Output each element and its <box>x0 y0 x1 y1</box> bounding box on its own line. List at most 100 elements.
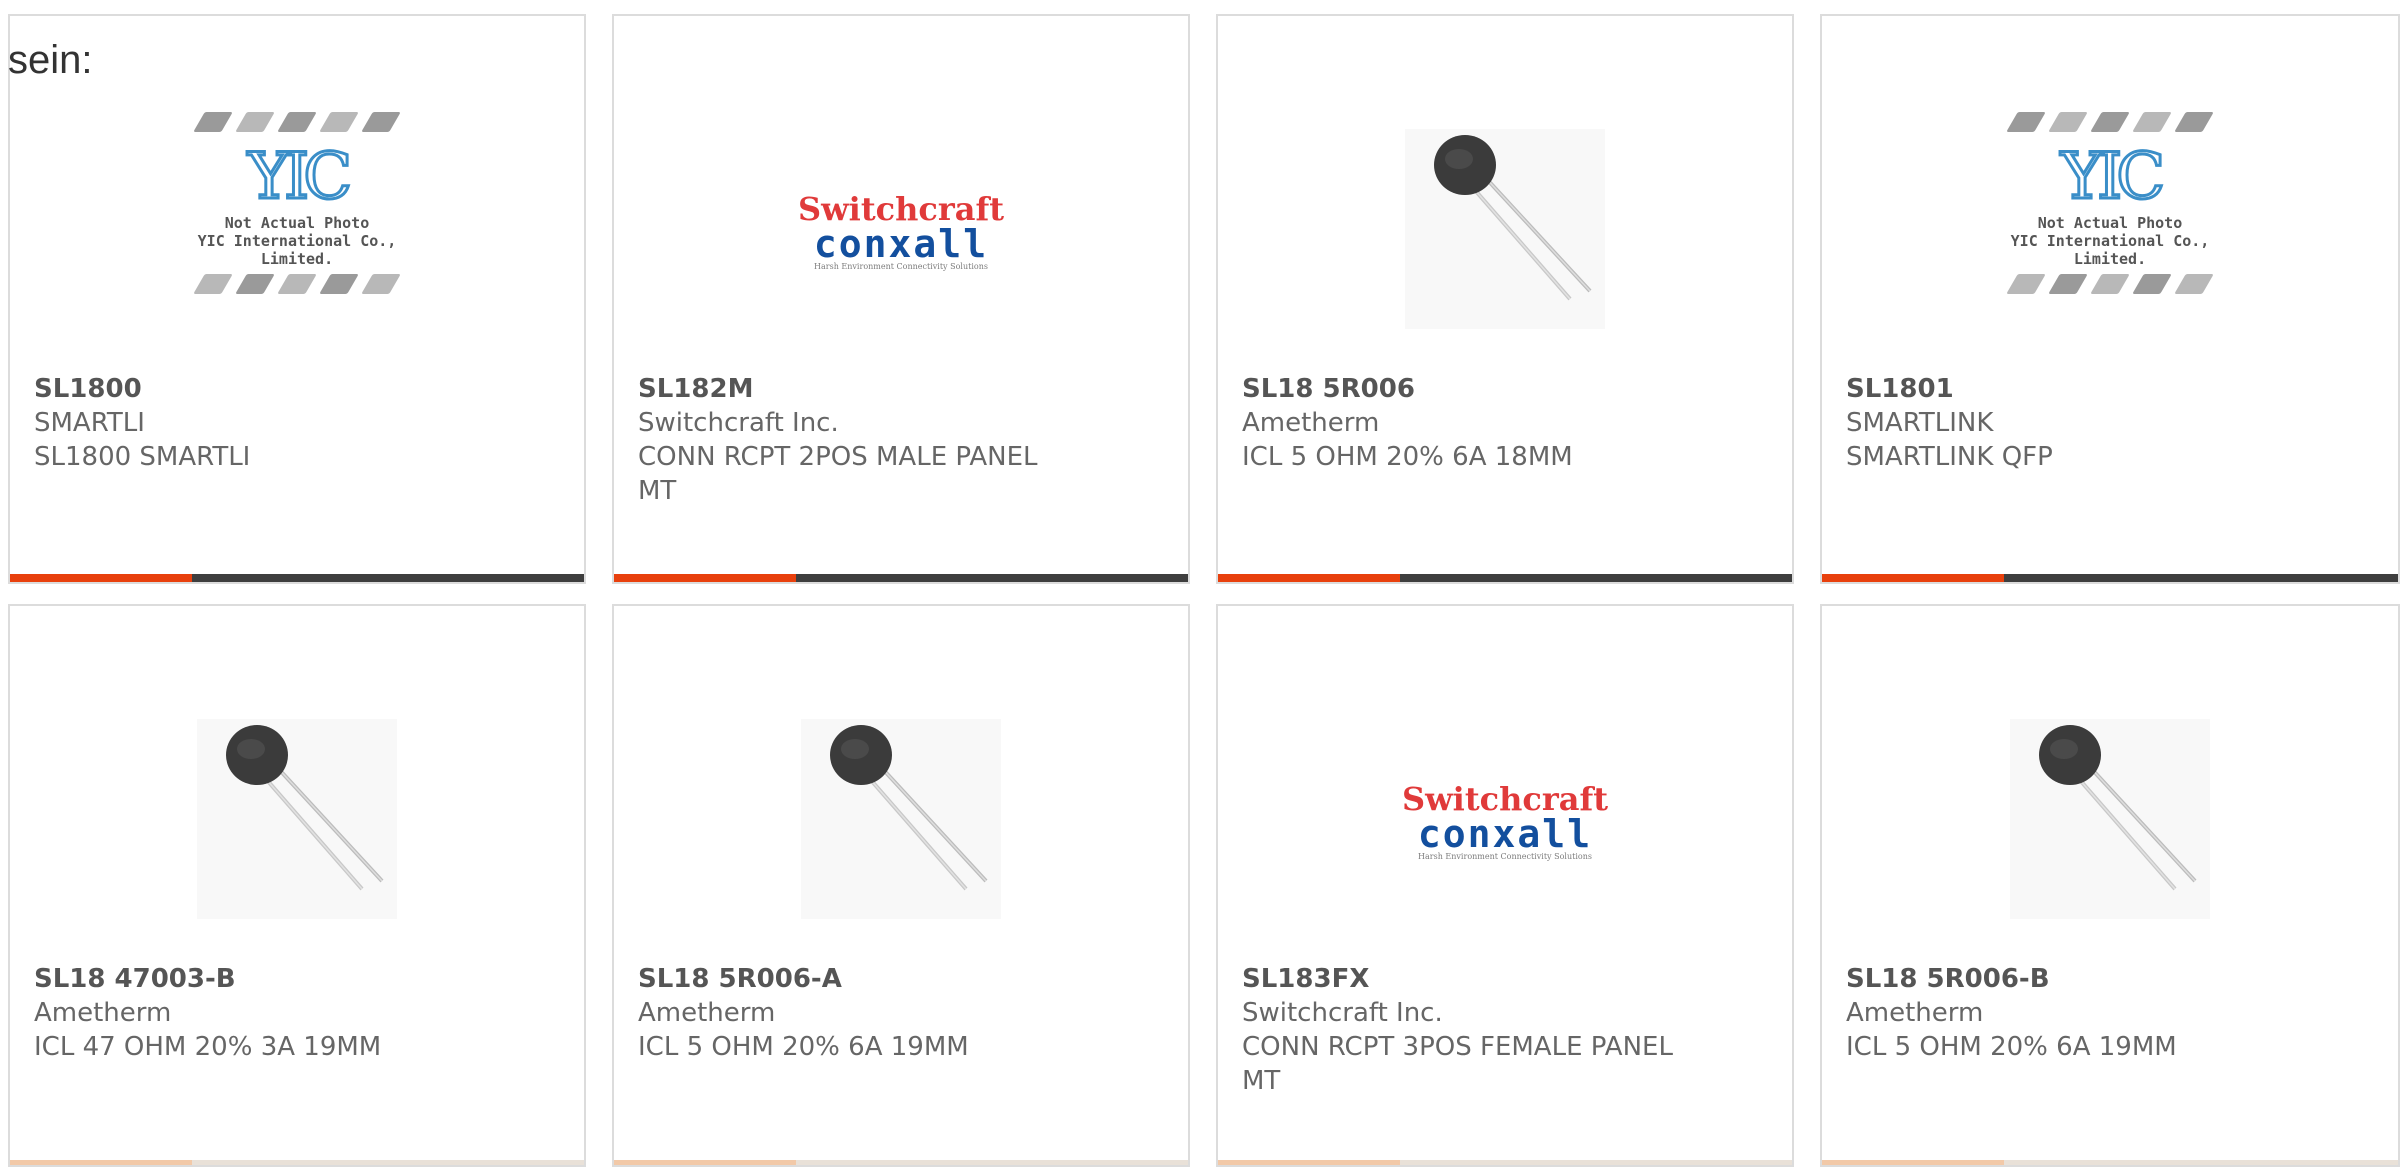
product-info: SL182M Switchcraft Inc. CONN RCPT 2POS M… <box>638 372 1164 508</box>
product-image[interactable] <box>10 686 584 956</box>
chip-icon <box>361 274 401 294</box>
manufacturer: Ametherm <box>34 998 172 1028</box>
manufacturer: Ametherm <box>1846 998 1984 1028</box>
product-info: SL18 47003-B Ametherm ICL 47 OHM 20% 3A … <box>34 962 560 1064</box>
product-image[interactable]: YIC Not Actual Photo YIC International C… <box>10 96 584 366</box>
product-grid-page: sein: YIC Not Actual Photo YIC Internati… <box>0 0 2400 1167</box>
manufacturer: Ametherm <box>1242 408 1380 438</box>
card-accent <box>10 574 192 582</box>
chip-icon <box>2006 274 2046 294</box>
description: ICL 47 OHM 20% 3A 19MM <box>34 1032 382 1062</box>
product-card[interactable]: SL18 5R006-A Ametherm ICL 5 OHM 20% 6A 1… <box>612 604 1190 1167</box>
product-card[interactable]: Switchcraft conxall Harsh Environment Co… <box>612 14 1190 584</box>
chip-icon <box>235 274 275 294</box>
product-info: SL18 5R006-B Ametherm ICL 5 OHM 20% 6A 1… <box>1846 962 2374 1064</box>
chip-icon <box>2132 112 2172 132</box>
switchcraft-logo: Switchcraft conxall Harsh Environment Co… <box>771 192 1031 271</box>
product-info: SL1800 SMARTLI SL1800 SMARTLI <box>34 372 560 474</box>
description: CONN RCPT 3POS FEMALE PANEL MT <box>1242 1032 1673 1096</box>
description: CONN RCPT 2POS MALE PANEL MT <box>638 442 1038 506</box>
product-info: SL18 5R006-A Ametherm ICL 5 OHM 20% 6A 1… <box>638 962 1164 1064</box>
product-info: SL183FX Switchcraft Inc. CONN RCPT 3POS … <box>1242 962 1768 1098</box>
chip-icon <box>2006 112 2046 132</box>
switchcraft-tagline: Harsh Environment Connectivity Solutions <box>814 261 988 271</box>
part-number[interactable]: SL18 5R006-B <box>1846 962 2374 996</box>
product-image[interactable] <box>614 686 1188 956</box>
product-card[interactable]: SL18 5R006 Ametherm ICL 5 OHM 20% 6A 18M… <box>1216 14 1794 584</box>
card-accent <box>614 574 796 582</box>
part-number[interactable]: SL183FX <box>1242 962 1768 996</box>
description: SL1800 SMARTLI <box>34 442 251 472</box>
chip-row-bottom <box>1975 268 2245 300</box>
card-accent <box>614 1160 796 1165</box>
switchcraft-wordmark: Switchcraft <box>798 189 1004 228</box>
card-bottom-bar <box>614 574 1188 582</box>
card-bottom-bar <box>1218 1160 1792 1165</box>
chip-icon <box>2048 274 2088 294</box>
chip-icon <box>2090 274 2130 294</box>
chip-icon <box>319 112 359 132</box>
part-number[interactable]: SL18 5R006 <box>1242 372 1768 406</box>
yic-placeholder-image: YIC Not Actual Photo YIC International C… <box>1975 106 2245 356</box>
product-card[interactable]: YIC Not Actual Photo YIC International C… <box>1820 14 2400 584</box>
chip-icon <box>2174 274 2214 294</box>
manufacturer: Switchcraft Inc. <box>1242 998 1443 1028</box>
placeholder-caption-1: Not Actual Photo <box>2037 214 2183 232</box>
card-bottom-bar <box>1822 574 2398 582</box>
chip-icon <box>2090 112 2130 132</box>
description: SMARTLINK QFP <box>1846 442 2053 472</box>
manufacturer: Switchcraft Inc. <box>638 408 839 438</box>
placeholder-caption-2: YIC International Co., Limited. <box>197 232 397 268</box>
description: ICL 5 OHM 20% 6A 19MM <box>1846 1032 2177 1062</box>
yic-placeholder-image: YIC Not Actual Photo YIC International C… <box>162 106 432 356</box>
product-card[interactable]: SL18 47003-B Ametherm ICL 47 OHM 20% 3A … <box>8 604 586 1167</box>
chip-icon <box>2174 112 2214 132</box>
switchcraft-logo: Switchcraft conxall Harsh Environment Co… <box>1375 782 1635 861</box>
part-number[interactable]: SL18 5R006-A <box>638 962 1164 996</box>
product-image[interactable]: Switchcraft conxall Harsh Environment Co… <box>614 96 1188 366</box>
card-accent <box>1822 574 2004 582</box>
card-bottom-bar <box>10 1160 584 1165</box>
manufacturer: Ametherm <box>638 998 776 1028</box>
yic-logo: YIC <box>246 139 354 216</box>
thermistor-photo <box>1405 129 1605 329</box>
chip-icon <box>277 274 317 294</box>
product-image[interactable] <box>1822 686 2398 956</box>
placeholder-caption-1: Not Actual Photo <box>224 214 370 232</box>
product-image[interactable]: YIC Not Actual Photo YIC International C… <box>1822 96 2398 366</box>
conxall-wordmark: conxall <box>813 221 989 266</box>
card-accent <box>10 1160 192 1165</box>
product-info: SL18 5R006 Ametherm ICL 5 OHM 20% 6A 18M… <box>1242 372 1768 474</box>
manufacturer: SMARTLINK <box>1846 408 1994 438</box>
chip-icon <box>319 274 359 294</box>
chip-icon <box>235 112 275 132</box>
chip-row-top <box>1975 106 2245 138</box>
description: ICL 5 OHM 20% 6A 18MM <box>1242 442 1573 472</box>
switchcraft-wordmark: Switchcraft <box>1402 779 1608 818</box>
card-accent <box>1822 1160 2004 1165</box>
chip-icon <box>193 112 233 132</box>
card-bottom-bar <box>1218 574 1792 582</box>
thermistor-photo <box>197 719 397 919</box>
conxall-wordmark: conxall <box>1417 811 1593 856</box>
chip-icon <box>2132 274 2172 294</box>
part-number[interactable]: SL182M <box>638 372 1164 406</box>
card-bottom-bar <box>10 574 584 582</box>
lead-text: sein: <box>8 38 93 82</box>
description: ICL 5 OHM 20% 6A 19MM <box>638 1032 969 1062</box>
product-card[interactable]: SL18 5R006-B Ametherm ICL 5 OHM 20% 6A 1… <box>1820 604 2400 1167</box>
chip-icon <box>2048 112 2088 132</box>
product-image[interactable]: Switchcraft conxall Harsh Environment Co… <box>1218 686 1792 956</box>
placeholder-caption-2: YIC International Co., Limited. <box>2010 232 2210 268</box>
part-number[interactable]: SL1800 <box>34 372 560 406</box>
card-bottom-bar <box>614 1160 1188 1165</box>
chip-icon <box>193 274 233 294</box>
product-image[interactable] <box>1218 96 1792 366</box>
part-number[interactable]: SL18 47003-B <box>34 962 560 996</box>
product-card[interactable]: Switchcraft conxall Harsh Environment Co… <box>1216 604 1794 1167</box>
card-accent <box>1218 574 1400 582</box>
part-number[interactable]: SL1801 <box>1846 372 2374 406</box>
card-accent <box>1218 1160 1400 1165</box>
product-card[interactable]: YIC Not Actual Photo YIC International C… <box>8 14 586 584</box>
thermistor-photo <box>801 719 1001 919</box>
